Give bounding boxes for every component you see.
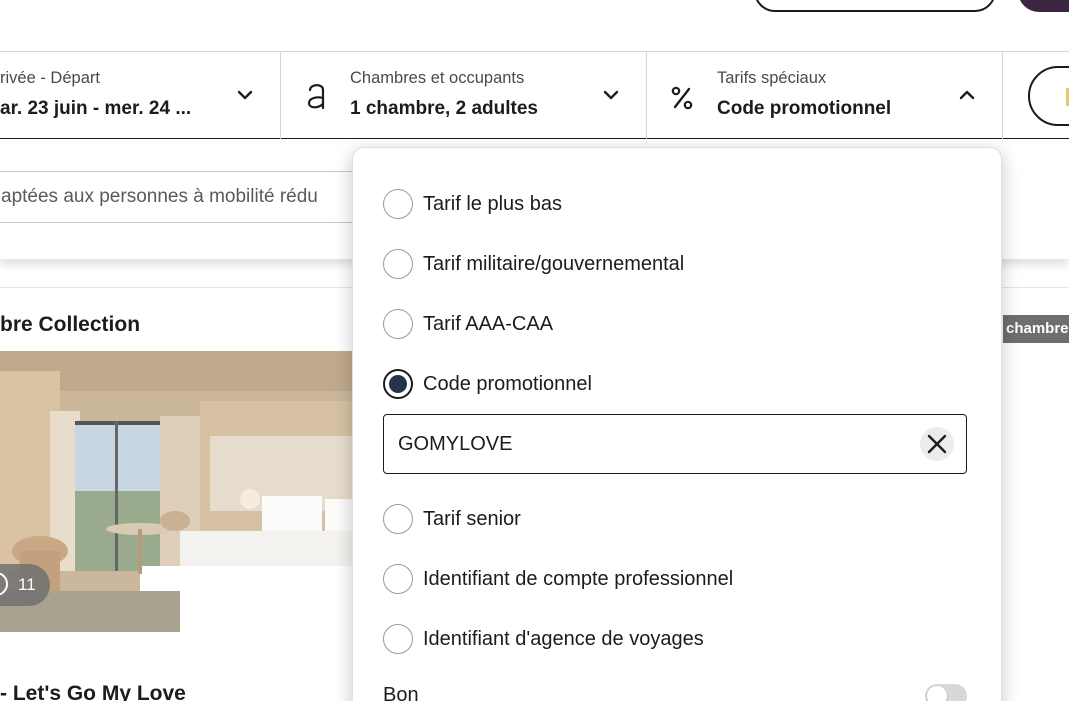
rate-option-label: Identifiant d'agence de voyages [423, 627, 704, 650]
special-rates-dropdown: Tarif le plus bas Tarif militaire/gouver… [352, 147, 1002, 701]
account-button[interactable] [754, 0, 996, 12]
rates-value: Code promotionnel [717, 98, 892, 119]
rate-option-travel-agency[interactable]: Identifiant d'agence de voyages [383, 623, 704, 655]
percent-icon [671, 86, 693, 110]
voucher-label: Bon [383, 684, 419, 701]
photo-count: 11 [18, 575, 36, 594]
hotel-brand-icon [307, 84, 325, 110]
radio-button-selected[interactable] [383, 369, 413, 399]
search-bar: rivée - Départ ar. 23 juin - mer. 24 ...… [0, 51, 1069, 139]
voucher-toggle[interactable] [925, 684, 967, 701]
rates-label: Tarifs spéciaux [717, 69, 827, 87]
primary-action-button[interactable] [1018, 0, 1069, 12]
rate-option-corporate[interactable]: Identifiant de compte professionnel [383, 563, 733, 595]
dates-selector[interactable]: rivée - Départ ar. 23 juin - mer. 24 ... [0, 52, 281, 139]
radio-button[interactable] [383, 249, 413, 279]
accessibility-filter[interactable]: aptées aux personnes à mobilité rédu [0, 171, 390, 223]
rate-option-label: Identifiant de compte professionnel [423, 567, 734, 590]
rate-option-label: Tarif senior [423, 507, 521, 530]
promo-code-field[interactable] [383, 414, 967, 474]
radio-button[interactable] [383, 309, 413, 339]
rate-option-aaa[interactable]: Tarif AAA-CAA [383, 308, 553, 340]
voucher-row: Bon [383, 684, 967, 701]
radio-button[interactable] [383, 564, 413, 594]
radio-button[interactable] [383, 189, 413, 219]
search-button[interactable] [1028, 66, 1069, 126]
rate-option-label: Tarif le plus bas [423, 192, 562, 215]
rooms-label: Chambres et occupants [350, 69, 525, 87]
hotel-room-image [0, 351, 352, 632]
rate-option-label: Tarif militaire/gouvernemental [423, 252, 685, 275]
chevron-down-icon [603, 90, 619, 100]
close-icon [927, 434, 947, 454]
radio-button[interactable] [383, 504, 413, 534]
rooms-value: 1 chambre, 2 adultes [350, 98, 538, 119]
dates-label: rivée - Départ [0, 69, 100, 87]
chevron-down-icon [237, 90, 253, 100]
dates-value: ar. 23 juin - mer. 24 ... [0, 98, 192, 119]
offer-title[interactable]: - Let's Go My Love [0, 682, 186, 701]
special-rates-selector[interactable]: Tarifs spéciaux Code promotionnel [647, 52, 1003, 139]
gallery-icon [0, 572, 8, 596]
promo-code-input[interactable] [398, 429, 898, 459]
room-badge: chambre [1003, 315, 1069, 343]
rate-option-promo[interactable]: Code promotionnel [383, 368, 592, 400]
photo-count-badge[interactable]: 11 [0, 564, 50, 606]
rate-option-lowest[interactable]: Tarif le plus bas [383, 188, 562, 220]
chevron-up-icon [959, 90, 975, 100]
rate-option-military[interactable]: Tarif militaire/gouvernemental [383, 248, 684, 280]
hotel-name[interactable]: bre Collection [0, 313, 140, 337]
radio-button[interactable] [383, 624, 413, 654]
rate-option-label: Tarif AAA-CAA [423, 312, 554, 335]
hotel-photo[interactable] [0, 351, 352, 632]
rooms-selector[interactable]: Chambres et occupants 1 chambre, 2 adult… [281, 52, 647, 139]
clear-button[interactable] [920, 427, 954, 461]
accessibility-filter-text: aptées aux personnes à mobilité rédu [1, 186, 318, 207]
rate-option-senior[interactable]: Tarif senior [383, 503, 521, 535]
rate-option-label: Code promotionnel [423, 372, 592, 395]
